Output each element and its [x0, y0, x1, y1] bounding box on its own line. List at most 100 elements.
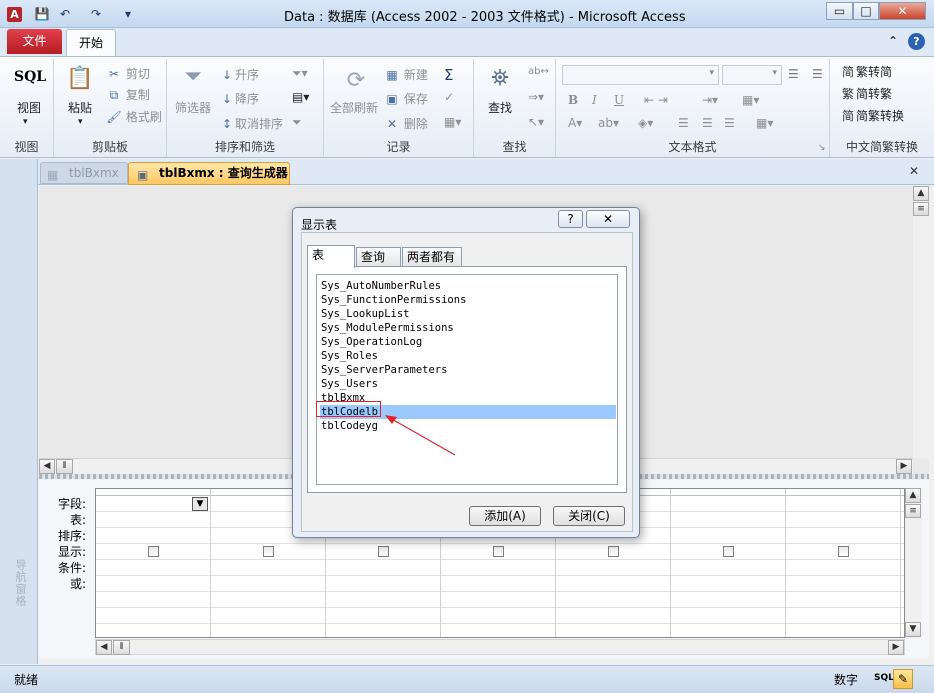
bullets-icon[interactable]: ☰ [788, 67, 799, 81]
grid-column[interactable] [786, 489, 901, 637]
grid-hscroll-thumb[interactable]: ⦀ [113, 640, 130, 655]
add-button[interactable]: 添加(A) [469, 506, 541, 526]
cut-button[interactable]: ✂ 剪切 [106, 65, 150, 82]
italic-button[interactable]: I [592, 93, 597, 107]
hscroll-thumb[interactable]: ⦀ [56, 459, 73, 474]
select-icon[interactable]: ↖▾ [528, 115, 544, 129]
gridlines-icon[interactable]: ▦▾ [742, 93, 759, 107]
binoculars-icon[interactable]: ⛯ [484, 63, 516, 95]
show-checkbox[interactable] [378, 546, 389, 557]
view-button[interactable]: 视图 [17, 99, 41, 116]
save-record-button[interactable]: ▣ 保存 [384, 90, 428, 107]
list-item[interactable]: Sys_Users [320, 377, 616, 391]
scroll-up-icon[interactable]: ▲ [913, 186, 929, 201]
help-icon[interactable]: ? [908, 33, 925, 50]
refresh-icon[interactable]: ⟳ [340, 65, 372, 97]
view-dropdown-icon[interactable]: ▾ [23, 117, 28, 127]
descending-button[interactable]: ↓ 降序 [219, 90, 259, 107]
selection-filter-icon[interactable]: ⏷▾ [292, 66, 308, 81]
alt-row-color-icon[interactable]: ▦▾ [756, 116, 773, 130]
grid-scroll-left-icon[interactable]: ◀ [96, 640, 112, 655]
close-button[interactable]: 关闭(C) [553, 506, 625, 526]
spelling-icon[interactable]: ✓ [444, 90, 454, 104]
tab-queries[interactable]: 查询 [356, 247, 401, 267]
list-item[interactable]: Sys_OperationLog [320, 335, 616, 349]
show-checkbox[interactable] [608, 546, 619, 557]
table-list[interactable]: Sys_AutoNumberRules Sys_FunctionPermissi… [316, 274, 618, 485]
numbering-icon[interactable]: ☰ [812, 67, 823, 81]
format-painter-button[interactable]: 🖌 格式刷 [106, 108, 161, 125]
to-traditional-button[interactable]: 繁简转繁 [840, 85, 892, 102]
paste-button[interactable]: 粘贴 [68, 99, 92, 116]
font-color-icon[interactable]: A▾ [568, 116, 582, 130]
goto-icon[interactable]: ⇒▾ [528, 90, 544, 104]
list-item[interactable]: Sys_ModulePermissions [320, 321, 616, 335]
redo-icon[interactable]: ↷ [88, 6, 104, 22]
bold-button[interactable]: B [568, 93, 578, 107]
list-item[interactable]: Sys_Roles [320, 349, 616, 363]
fill-color-icon[interactable]: ◈▾ [638, 116, 653, 130]
find-button[interactable]: 查找 [488, 99, 512, 116]
filter-button[interactable]: 筛选器 [175, 99, 211, 116]
scroll-right-icon[interactable]: ▶ [896, 459, 912, 474]
access-app-icon[interactable]: A [7, 7, 22, 22]
dialog-close-icon[interactable]: ✕ [586, 210, 630, 228]
to-simplified-button[interactable]: 简繁转简 [840, 63, 892, 80]
grid-scroll-thumb[interactable]: ≡ [905, 504, 921, 518]
more-icon[interactable]: ▦▾ [444, 115, 461, 129]
underline-button[interactable]: U [614, 93, 624, 107]
undo-icon[interactable]: ↶ [57, 6, 73, 22]
highlight-icon[interactable]: ab▾ [598, 116, 619, 130]
design-view-icon[interactable]: ✎ [893, 669, 913, 689]
copy-button[interactable]: ⧉ 复制 [106, 86, 150, 103]
navigation-pane[interactable]: 导航窗格 [0, 159, 38, 664]
grid-vertical-scrollbar[interactable]: ▲ ≡ ▼ [905, 488, 922, 638]
close-document-icon[interactable]: ✕ [909, 164, 919, 178]
tab-tables[interactable]: 表 [307, 245, 355, 268]
delete-record-button[interactable]: ✕ 删除 [384, 115, 428, 132]
list-item[interactable]: Sys_ServerParameters [320, 363, 616, 377]
save-icon[interactable]: 💾 [34, 6, 50, 22]
replace-icon[interactable]: ab↔ [528, 66, 549, 77]
list-item[interactable]: Sys_FunctionPermissions [320, 293, 616, 307]
align-center-icon[interactable]: ☰ [702, 116, 713, 130]
show-checkbox[interactable] [263, 546, 274, 557]
grid-horizontal-scrollbar[interactable]: ◀ ⦀ ▶ [95, 639, 905, 655]
sql-view-icon[interactable]: SQL [14, 69, 46, 85]
indent-icon[interactable]: ⇤ ⇥ [644, 93, 668, 107]
sql-view-status-button[interactable]: SQL [874, 673, 894, 683]
collapse-ribbon-icon[interactable]: ⌃ [888, 34, 898, 48]
maximize-button[interactable]: □ [853, 2, 879, 20]
align-left-icon[interactable]: ☰ [678, 116, 689, 130]
convert-button[interactable]: 简简繁转换 [840, 107, 904, 124]
paste-icon[interactable]: 📋 [64, 63, 96, 95]
show-checkbox[interactable] [723, 546, 734, 557]
toggle-filter-icon[interactable]: ⏷ [292, 115, 302, 130]
tab-query-builder[interactable]: ▣ tblBxmx : 查询生成器 [128, 162, 290, 185]
close-window-button[interactable]: ✕ [879, 2, 926, 20]
list-item[interactable]: tblCodeyg [320, 419, 616, 433]
upper-vertical-scrollbar[interactable]: ▲ ≡ [913, 186, 929, 458]
minimize-button[interactable]: ▭ [826, 2, 853, 20]
grid-scroll-right-icon[interactable]: ▶ [888, 640, 904, 655]
paragraph-icon[interactable]: ⇥▾ [702, 93, 718, 107]
grid-scroll-down-icon[interactable]: ▼ [905, 622, 921, 637]
clear-sort-button[interactable]: ↕ 取消排序 [219, 115, 283, 132]
refresh-all-button[interactable]: 全部刷新 [330, 99, 378, 116]
advanced-filter-icon[interactable]: ▤▾ [292, 90, 309, 104]
tab-tblbxmx[interactable]: ▦ tblBxmx [40, 162, 128, 184]
new-record-button[interactable]: ▦ 新建 [384, 66, 428, 83]
tab-file[interactable]: 文件 [7, 29, 62, 54]
show-checkbox[interactable] [493, 546, 504, 557]
grid-column[interactable] [671, 489, 786, 637]
font-name-dropdown[interactable]: ▾ [562, 65, 719, 85]
dialog-help-button[interactable]: ? [558, 210, 583, 228]
filter-icon[interactable]: ⏷ [177, 61, 209, 93]
paste-dropdown-icon[interactable]: ▾ [78, 117, 83, 127]
ascending-button[interactable]: ↓ 升序 [219, 66, 259, 83]
scroll-left-icon[interactable]: ◀ [39, 459, 55, 474]
totals-icon[interactable]: Σ [444, 66, 453, 84]
list-item[interactable]: Sys_AutoNumberRules [320, 279, 616, 293]
grid-column[interactable] [96, 489, 211, 637]
customize-qat-icon[interactable]: ▾ [120, 6, 136, 22]
